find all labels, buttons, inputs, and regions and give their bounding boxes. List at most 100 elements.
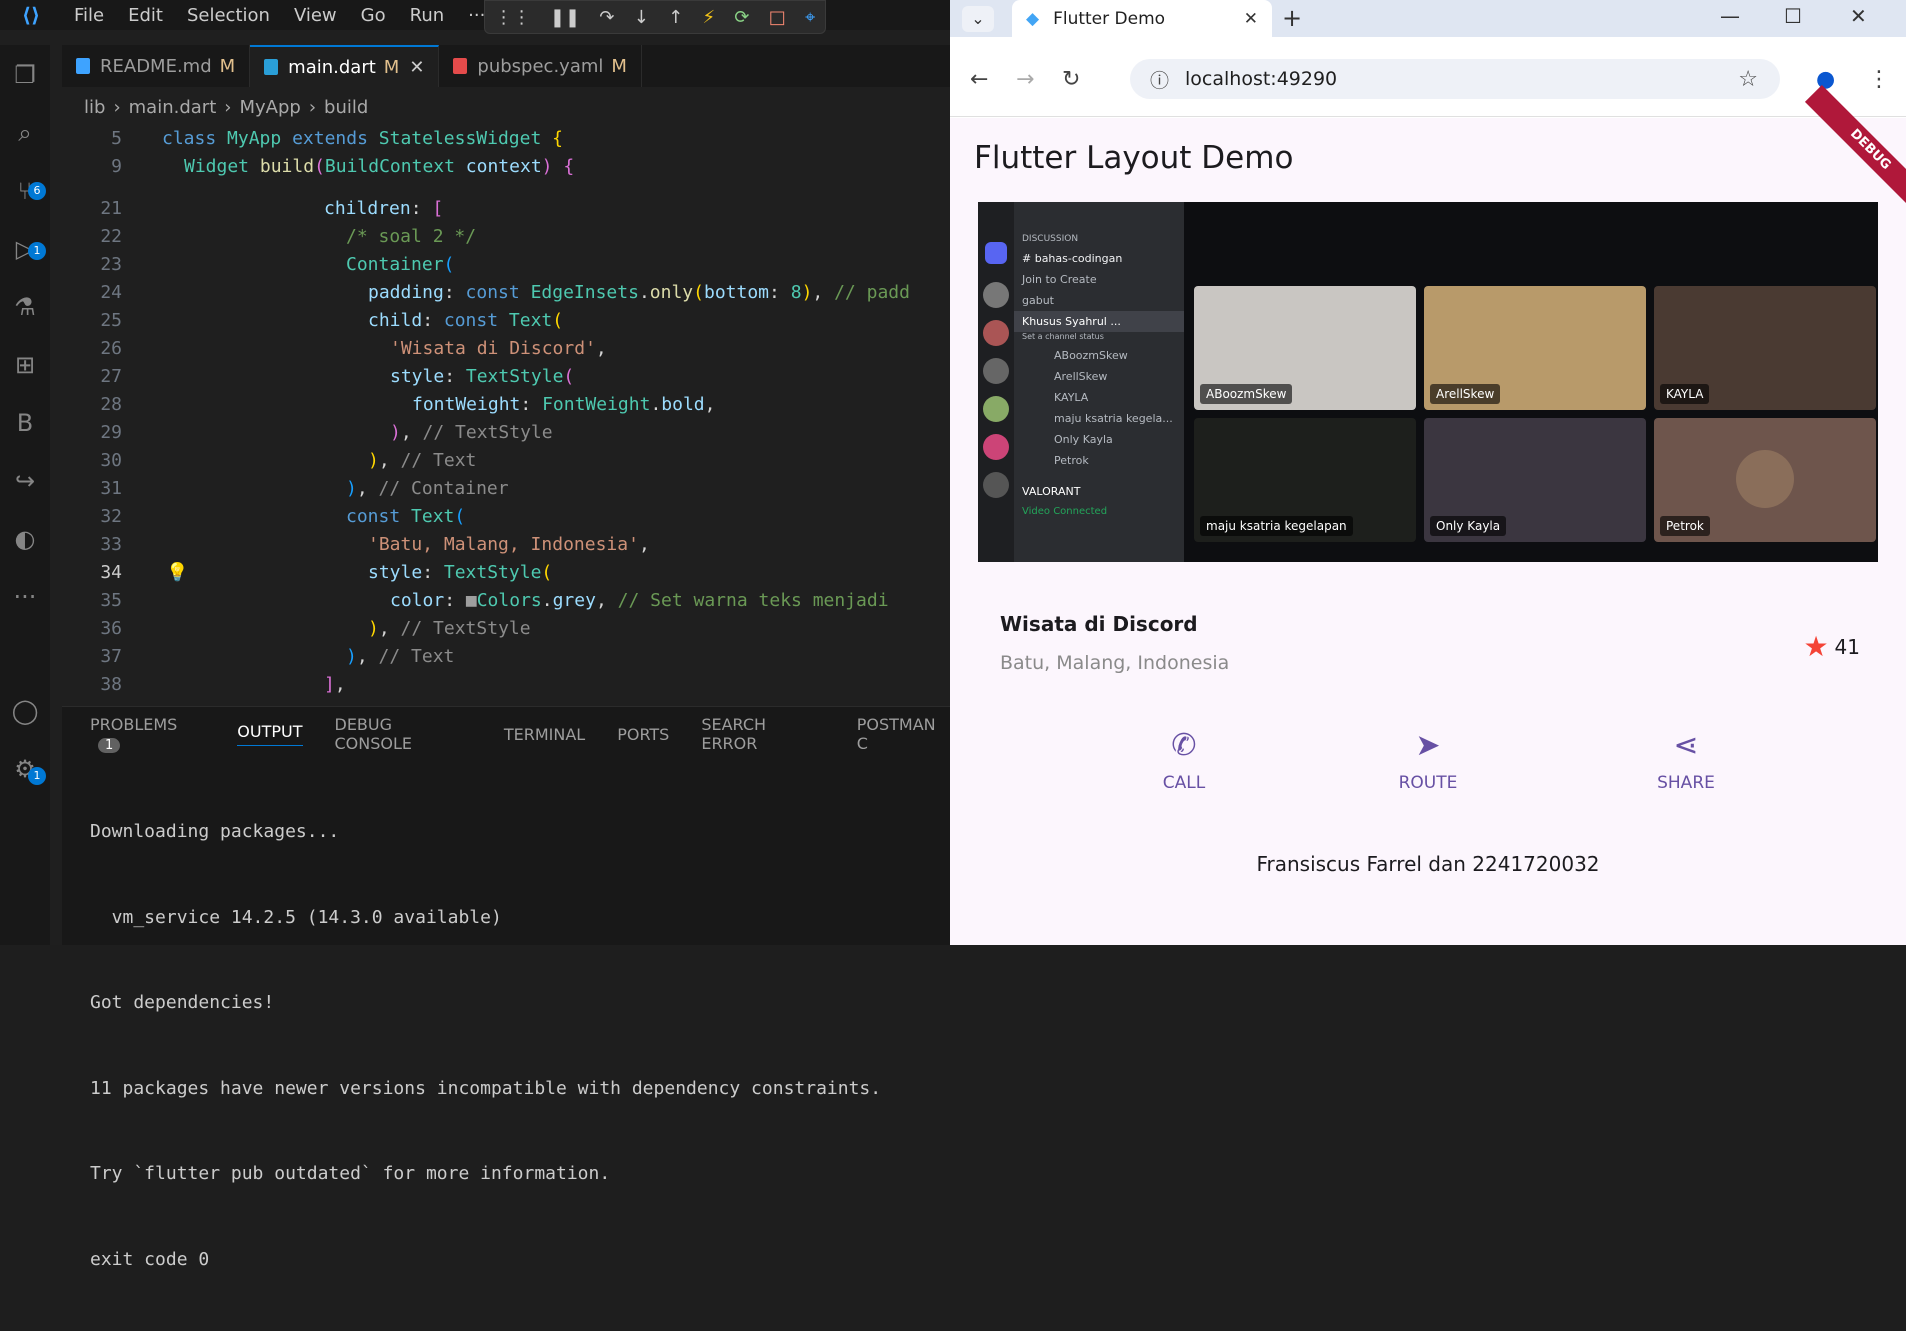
lightbulb-icon[interactable]: 💡 bbox=[166, 562, 188, 583]
crumb-class[interactable]: MyApp bbox=[239, 97, 300, 118]
channel-member: maju ksatria kegela... bbox=[1054, 412, 1173, 425]
panel-tab-debug-console[interactable]: DEBUG CONSOLE bbox=[335, 715, 472, 753]
video-tile: maju ksatria kegelapan bbox=[1194, 418, 1416, 542]
more-icon[interactable]: ··· bbox=[9, 581, 41, 613]
step-into-icon[interactable]: ↓ bbox=[634, 7, 649, 28]
code-editor[interactable]: 5 class MyApp extends StatelessWidget { … bbox=[62, 124, 950, 704]
channel-item: Set a channel status bbox=[1022, 332, 1104, 341]
rating: ★ 41 bbox=[1803, 630, 1860, 663]
reload-icon[interactable]: ↻ bbox=[1062, 67, 1080, 92]
stop-icon[interactable]: □ bbox=[769, 7, 786, 28]
code-line: color: ■Colors.grey, // Set warna teks m… bbox=[390, 590, 889, 611]
panel-tab-problems[interactable]: PROBLEMS 1 bbox=[90, 715, 205, 753]
channel-item: Khusus Syahrul ... bbox=[1014, 311, 1184, 332]
testing-icon[interactable]: ⚗ bbox=[9, 291, 41, 323]
panel-tab-search-error[interactable]: SEARCH ERROR bbox=[701, 715, 824, 753]
site-info-icon[interactable]: ⓘ bbox=[1150, 66, 1169, 93]
panel-tab-ports[interactable]: PORTS bbox=[617, 725, 669, 744]
video-tile: Petrok bbox=[1654, 418, 1876, 542]
code-line: /* soal 2 */ bbox=[346, 226, 477, 247]
tab-readme[interactable]: README.md M bbox=[62, 45, 251, 87]
line-number: 28 bbox=[100, 394, 122, 415]
route-button[interactable]: ➤ ROUTE bbox=[1378, 728, 1478, 793]
output-log[interactable]: Downloading packages... vm_service 14.2.… bbox=[62, 761, 950, 1331]
code-line: const Text( bbox=[346, 506, 466, 527]
phone-icon: ✆ bbox=[1171, 728, 1197, 763]
code-line: class MyApp extends StatelessWidget { bbox=[162, 128, 564, 149]
place-title: Wisata di Discord bbox=[1000, 612, 1198, 636]
discord-channel-list: DISCUSSION # bahas-codingan Join to Crea… bbox=[1014, 202, 1184, 562]
bookmark-star-icon[interactable]: ☆ bbox=[1738, 67, 1758, 92]
b-extension-icon[interactable]: B bbox=[9, 407, 41, 439]
inspect-icon[interactable]: ⌖ bbox=[805, 7, 815, 28]
tile-name: ArellSkew bbox=[1430, 384, 1501, 404]
menu-run[interactable]: Run bbox=[398, 5, 457, 26]
discord-screenshot-image: DISCUSSION # bahas-codingan Join to Crea… bbox=[978, 202, 1878, 562]
share-button[interactable]: ⋖ SHARE bbox=[1636, 728, 1736, 793]
discord-server-list bbox=[978, 202, 1014, 562]
back-icon[interactable]: ← bbox=[970, 67, 988, 92]
extensions-icon[interactable]: ⊞ bbox=[9, 349, 41, 381]
tab-search-chevron-icon[interactable]: ⌄ bbox=[962, 6, 994, 32]
kebab-menu-icon[interactable]: ⋮ bbox=[1868, 67, 1890, 92]
drag-handle-icon[interactable]: ⋮⋮ bbox=[495, 7, 531, 28]
tile-name: Petrok bbox=[1660, 516, 1710, 536]
tab-pubspec-label: pubspec.yaml bbox=[477, 55, 604, 77]
search-icon[interactable]: ⌕ bbox=[9, 117, 41, 149]
pause-icon[interactable]: ❚❚ bbox=[550, 7, 580, 28]
call-button[interactable]: ✆ CALL bbox=[1134, 728, 1234, 793]
account-icon[interactable]: ◯ bbox=[9, 695, 41, 727]
crumb-file[interactable]: main.dart bbox=[129, 97, 217, 118]
step-over-icon[interactable]: ↷ bbox=[599, 7, 614, 28]
browser-tab[interactable]: ◆ Flutter Demo ✕ bbox=[1012, 0, 1272, 37]
activity-bar: ❐ ⌕ ⑂ 6 ▷ 1 ⚗ ⊞ B ↪ ◐ ··· ◯ ⚙ 1 bbox=[0, 45, 50, 945]
close-tab-icon[interactable]: ✕ bbox=[1244, 9, 1258, 29]
panel-tab-output[interactable]: OUTPUT bbox=[237, 722, 303, 746]
close-icon[interactable]: ✕ bbox=[409, 57, 424, 78]
star-icon: ★ bbox=[1803, 630, 1829, 663]
crumb-lib[interactable]: lib bbox=[84, 97, 105, 118]
share-icon[interactable]: ↪ bbox=[9, 465, 41, 497]
panel-tab-terminal[interactable]: TERMINAL bbox=[504, 725, 585, 744]
browser-tab-title: Flutter Demo bbox=[1053, 8, 1166, 29]
output-line: 11 packages have newer versions incompat… bbox=[90, 1077, 882, 1099]
tab-readme-modified: M bbox=[219, 55, 236, 77]
flutter-icon[interactable]: ◐ bbox=[9, 523, 41, 555]
vscode-logo-icon: ⟨⟩ bbox=[21, 3, 41, 27]
forward-icon[interactable]: → bbox=[1016, 67, 1034, 92]
bottom-panel: PROBLEMS1 OUTPUT DEBUG CONSOLE TERMINAL … bbox=[62, 706, 950, 1270]
line-number: 21 bbox=[100, 198, 122, 219]
menu-view[interactable]: View bbox=[282, 5, 349, 26]
menu-edit[interactable]: Edit bbox=[116, 5, 175, 26]
share-nodes-icon: ⋖ bbox=[1673, 728, 1699, 763]
url-text: localhost:49290 bbox=[1185, 68, 1338, 90]
code-line: style: TextStyle( bbox=[368, 562, 553, 583]
menu-go[interactable]: Go bbox=[349, 5, 398, 26]
output-line: exit code 0 bbox=[90, 1248, 210, 1270]
tab-pubspec[interactable]: pubspec.yaml M bbox=[439, 45, 642, 87]
maximize-icon[interactable]: ☐ bbox=[1784, 4, 1802, 28]
minimize-icon[interactable]: — bbox=[1720, 4, 1740, 28]
close-window-icon[interactable]: ✕ bbox=[1850, 4, 1867, 28]
url-field[interactable]: ⓘ localhost:49290 ☆ bbox=[1130, 59, 1780, 99]
step-out-icon[interactable]: ↑ bbox=[668, 7, 683, 28]
new-tab-icon[interactable]: + bbox=[1282, 4, 1302, 32]
restart-icon[interactable]: ⟳ bbox=[734, 7, 749, 28]
navigation-arrow-icon: ➤ bbox=[1415, 728, 1441, 763]
code-line: ), // Text bbox=[368, 450, 477, 471]
debug-toolbar: ⋮⋮ ❚❚ ↷ ↓ ↑ ⚡ ⟳ □ ⌖ bbox=[484, 0, 826, 34]
channel-member: KAYLA bbox=[1054, 391, 1089, 404]
line-number: 26 bbox=[100, 338, 122, 359]
explorer-icon[interactable]: ❐ bbox=[9, 59, 41, 91]
line-number: 36 bbox=[100, 618, 122, 639]
tab-main-modified: M bbox=[383, 56, 400, 78]
menu-file[interactable]: File bbox=[62, 5, 116, 26]
panel-tab-postman[interactable]: POSTMAN C bbox=[857, 715, 950, 753]
tab-main-dart[interactable]: main.dart M ✕ bbox=[250, 45, 440, 87]
menu-selection[interactable]: Selection bbox=[175, 5, 282, 26]
hot-reload-icon[interactable]: ⚡ bbox=[703, 7, 716, 28]
line-number: 22 bbox=[100, 226, 122, 247]
tile-name: Only Kayla bbox=[1430, 516, 1507, 536]
code-line: ), // TextStyle bbox=[390, 422, 553, 443]
crumb-method[interactable]: build bbox=[324, 97, 368, 118]
